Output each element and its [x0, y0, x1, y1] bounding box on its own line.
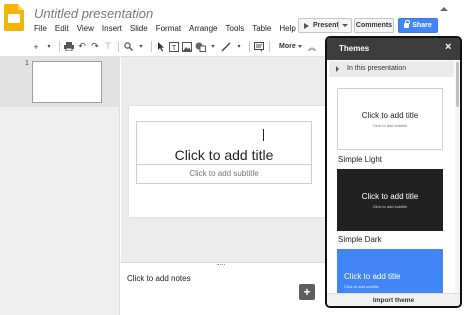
present-dropdown-icon[interactable]	[342, 24, 348, 27]
collapse-toolbar-icon[interactable]: ︽	[308, 42, 316, 53]
image-icon[interactable]	[181, 40, 193, 54]
play-icon	[304, 22, 309, 29]
more-dropdown-icon	[297, 45, 302, 48]
more-label: More	[279, 43, 296, 50]
themes-panel: Themes × In this presentation Click to a…	[325, 36, 462, 308]
undo-icon[interactable]: ↶	[76, 40, 88, 54]
redo-icon[interactable]: ↷	[89, 40, 101, 54]
notes-placeholder: Click to add notes	[127, 274, 191, 283]
theme-card-subtitle: Click to add subtitle	[344, 284, 379, 289]
theme-name-simple-light: Simple Light	[338, 155, 383, 164]
title-placeholder[interactable]: Click to add title	[136, 121, 312, 165]
slide-canvas-area: Click to add title Click to add subtitle	[121, 57, 325, 262]
zoom-dropdown-icon[interactable]: ▾	[135, 40, 147, 54]
toolbar: + ▾ ↶ ↷ ⊤ ▾ T ▾ ▾ More	[30, 38, 325, 55]
title-placeholder-text: Click to add title	[174, 147, 274, 163]
import-theme-button[interactable]: Import theme	[327, 293, 460, 306]
menu-slide[interactable]: Slide	[130, 24, 148, 33]
text-cursor	[263, 129, 264, 141]
document-title[interactable]: Untitled presentation	[34, 6, 153, 21]
select-pointer-icon[interactable]	[155, 40, 167, 54]
share-button[interactable]: Share	[398, 18, 438, 33]
slide-filmstrip: 1	[0, 57, 120, 315]
section-caret-icon	[336, 66, 339, 72]
lock-icon	[404, 20, 411, 28]
section-label: In this presentation	[347, 65, 407, 72]
slide-thumbnail[interactable]	[32, 61, 102, 103]
zoom-icon[interactable]	[122, 40, 134, 54]
slides-editor: Untitled presentation File Edit View Ins…	[0, 0, 474, 315]
themes-title: Themes	[339, 44, 370, 53]
slide-canvas[interactable]: Click to add title Click to add subtitle	[129, 106, 325, 217]
text-box-icon[interactable]: T	[168, 40, 180, 54]
share-label: Share	[412, 22, 432, 29]
theme-card-simple-dark[interactable]: Click to add title Click to add subtitle	[337, 169, 443, 231]
themes-header: Themes ×	[327, 38, 460, 60]
shape-icon[interactable]	[194, 40, 206, 54]
present-label: Present	[313, 22, 339, 29]
theme-card-title: Click to add title	[361, 111, 419, 120]
slides-logo-icon[interactable]	[4, 4, 24, 31]
print-icon[interactable]	[63, 40, 75, 54]
line-icon[interactable]	[220, 40, 232, 54]
comments-button[interactable]: Comments	[354, 18, 394, 33]
theme-card-subtitle: Click to add subtitle	[372, 204, 408, 209]
notes-resize-handle[interactable]	[217, 264, 225, 266]
scrollbar-thumb[interactable]	[456, 62, 459, 107]
theme-card-title: Click to add title	[361, 192, 419, 201]
paint-format-icon[interactable]: ⊤	[102, 40, 114, 54]
menu-insert[interactable]: Insert	[102, 24, 122, 33]
subtitle-placeholder[interactable]: Click to add subtitle	[136, 165, 312, 184]
menu-table[interactable]: Table	[252, 24, 271, 33]
menu-format[interactable]: Format	[156, 24, 181, 33]
new-slide-icon[interactable]: +	[30, 40, 42, 54]
new-slide-dropdown-icon[interactable]: ▾	[43, 40, 55, 54]
insert-comment-icon[interactable]	[253, 40, 265, 54]
theme-card-simple-light[interactable]: Click to add title Click to add subtitle	[337, 88, 443, 150]
slide-number: 1	[25, 60, 29, 67]
theme-name-simple-dark: Simple Dark	[338, 235, 382, 244]
menu-help[interactable]: Help	[279, 24, 295, 33]
more-menu-button[interactable]: More	[279, 43, 302, 50]
theme-card-title: Click to add title	[344, 272, 401, 281]
import-theme-label: Import theme	[372, 297, 415, 304]
close-icon[interactable]: ×	[445, 42, 451, 53]
speaker-notes[interactable]: Click to add notes +	[121, 262, 325, 315]
menu-edit[interactable]: Edit	[55, 24, 69, 33]
menu-tools[interactable]: Tools	[226, 24, 245, 33]
subtitle-placeholder-text: Click to add subtitle	[189, 169, 259, 178]
menu-arrange[interactable]: Arrange	[189, 24, 217, 33]
shape-dropdown-icon[interactable]: ▾	[207, 40, 219, 54]
menu-file[interactable]: File	[34, 24, 47, 33]
present-button[interactable]: Present	[298, 18, 352, 33]
menu-bar: File Edit View Insert Slide Format Arran…	[34, 24, 304, 33]
line-dropdown-icon[interactable]: ▾	[233, 40, 245, 54]
add-icon[interactable]: +	[299, 284, 315, 300]
menu-view[interactable]: View	[77, 24, 94, 33]
themes-section-header[interactable]: In this presentation	[329, 61, 454, 77]
svg-text:T: T	[172, 45, 177, 52]
theme-card-subtitle: Click to add subtitle	[372, 123, 408, 128]
collapse-header-icon[interactable]	[440, 7, 448, 11]
